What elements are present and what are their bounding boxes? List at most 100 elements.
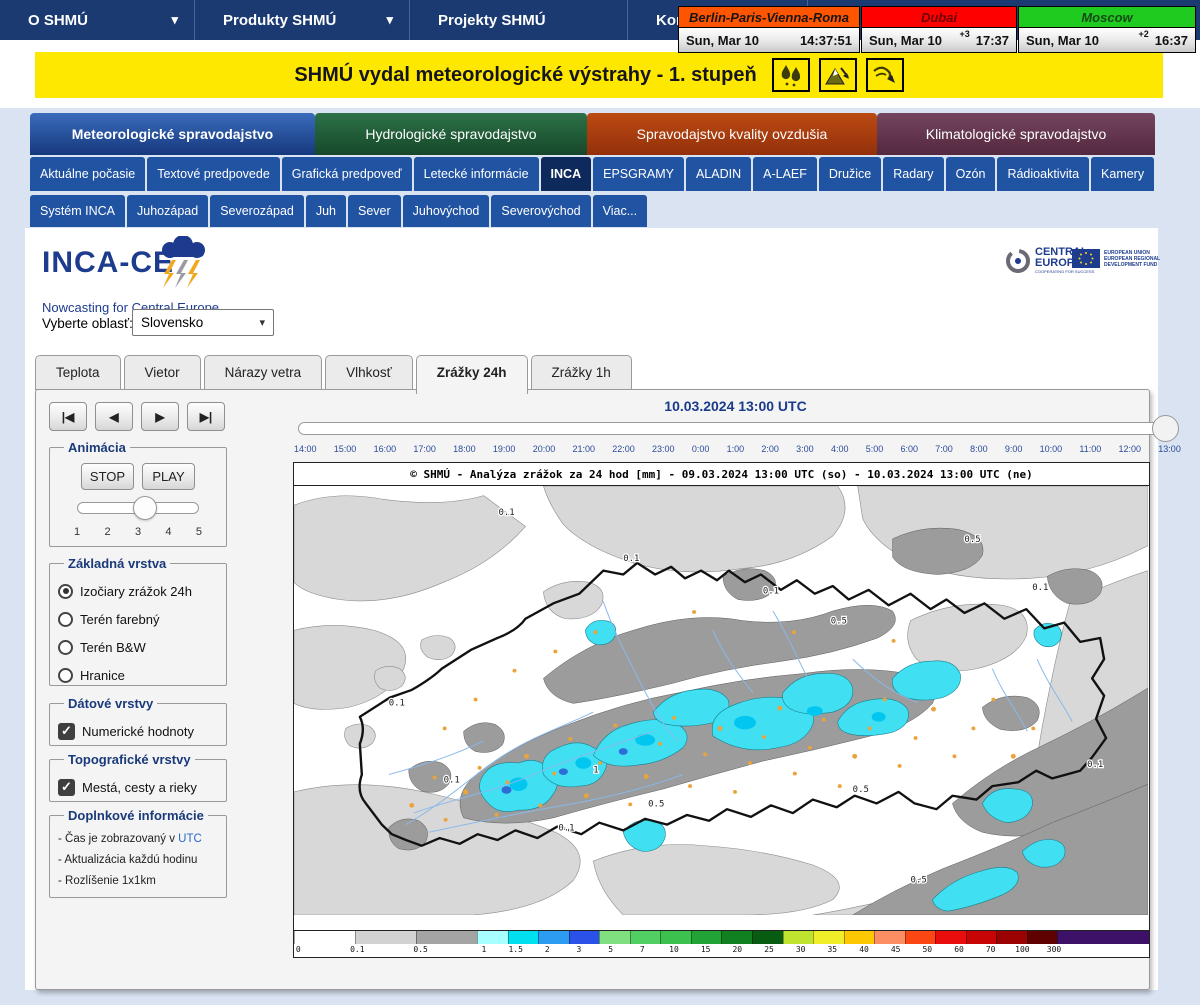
subtab-kamery[interactable]: Kamery xyxy=(1091,157,1154,191)
clock-moscow: Moscow Sun, Mar 10 +216:37 xyxy=(1018,6,1196,53)
svg-text:0.5: 0.5 xyxy=(648,799,664,809)
radio-teren-bw[interactable]: Terén B&W xyxy=(58,633,218,661)
tab-zrazky-24h[interactable]: Zrážky 24h xyxy=(416,355,528,394)
chevron-down-icon: ▾ xyxy=(171,12,178,28)
svg-text:0.1: 0.1 xyxy=(1087,760,1103,770)
tab-spravodajstvo-kvality-ovzdusia[interactable]: Spravodajstvo kvality ovzdušia xyxy=(587,113,877,155)
svg-text:0.1: 0.1 xyxy=(763,587,779,597)
subtab-system-inca[interactable]: Systém INCA xyxy=(30,195,125,227)
warning-text: SHMÚ vydal meteorologické výstrahy - 1. … xyxy=(294,64,756,87)
eu-flag-logo: EUROPEAN UNION EUROPEAN REGIONAL DEVELOP… xyxy=(1072,249,1160,268)
timeline-current-time: 10.03.2024 13:00 UTC xyxy=(293,398,1178,414)
meteo-subtabs-row1: Aktuálne počasie Textové predpovede Graf… xyxy=(30,157,1154,191)
clock-city-label: Berlin-Paris-Vienna-Roma xyxy=(679,7,859,28)
chevron-down-icon: ▾ xyxy=(259,316,265,329)
subtab-aktualne-pocasie[interactable]: Aktuálne počasie xyxy=(30,157,145,191)
play-button[interactable]: PLAY xyxy=(142,463,195,490)
clock-city-label: Moscow xyxy=(1019,7,1195,28)
clock-date: Sun, Mar 10 xyxy=(869,33,942,48)
region-select-label: Vyberte oblasť: xyxy=(42,316,133,331)
radio-teren-farebny[interactable]: Terén farebný xyxy=(58,605,218,633)
tab-teplota[interactable]: Teplota xyxy=(35,355,121,390)
base-layer-fieldset: Základná vrstva Izočiary zrážok 24h Teré… xyxy=(49,556,227,686)
map-viewer-panel: |◀ ◀ ▶ ▶| Animácia STOP PLAY 1 2 3 4 5 Z… xyxy=(35,389,1150,990)
checkbox-icon[interactable]: ✓ xyxy=(58,779,75,796)
rain-warning-icon[interactable] xyxy=(772,58,810,92)
inca-ce-cloud-lightning-icon xyxy=(150,236,218,299)
base-layer-legend: Základná vrstva xyxy=(64,556,170,571)
svg-text:0.5: 0.5 xyxy=(964,535,980,545)
subtab-radioaktivita[interactable]: Rádioaktivita xyxy=(997,157,1089,191)
category-tabs: Meteorologické spravodajstvo Hydrologick… xyxy=(30,113,1155,155)
subtab-aladin[interactable]: ALADIN xyxy=(686,157,751,191)
radio-button-icon[interactable] xyxy=(58,640,73,655)
tab-vietor[interactable]: Vietor xyxy=(124,355,201,390)
subtab-juhozapad[interactable]: Juhozápad xyxy=(127,195,208,227)
timeline-slider-thumb[interactable] xyxy=(1152,415,1179,442)
subtab-a-laef[interactable]: A-LAEF xyxy=(753,157,817,191)
tab-zrazky-1h[interactable]: Zrážky 1h xyxy=(531,355,632,390)
checkbox-numericke-hodnoty[interactable]: ✓ Numerické hodnoty xyxy=(58,717,218,745)
subtab-sever[interactable]: Sever xyxy=(348,195,401,227)
subtab-graficka-predpoved[interactable]: Grafická predpoveď xyxy=(282,157,412,191)
svg-text:0.5: 0.5 xyxy=(831,617,847,627)
radio-button-icon[interactable] xyxy=(58,612,73,627)
radio-button-icon[interactable] xyxy=(58,668,73,683)
subtab-textove-predpovede[interactable]: Textové predpovede xyxy=(147,157,280,191)
subtab-juh[interactable]: Juh xyxy=(306,195,346,227)
radio-izociary-zrazok-24h[interactable]: Izočiary zrážok 24h xyxy=(58,577,218,605)
stop-button[interactable]: STOP xyxy=(81,463,134,490)
svg-text:0.5: 0.5 xyxy=(911,875,927,885)
radio-hranice[interactable]: Hranice xyxy=(58,661,218,689)
topo-layers-fieldset: Topografické vrstvy ✓ Mestá, cesty a rie… xyxy=(49,752,227,802)
utc-link[interactable]: UTC xyxy=(178,833,202,845)
previous-frame-button[interactable]: ◀ xyxy=(95,402,133,431)
svg-text:1: 1 xyxy=(593,766,598,776)
radio-button-icon[interactable] xyxy=(58,584,73,599)
nav-item-o-shmu[interactable]: O SHMÚ ▾ xyxy=(0,0,195,40)
subtab-severovychod[interactable]: Severovýchod xyxy=(491,195,590,227)
next-frame-button[interactable]: ▶ xyxy=(141,402,179,431)
timeline-tick-labels: 14:0015:0016:0017:0018:0019:0020:0021:00… xyxy=(294,444,1181,454)
additional-info-legend: Doplnkové informácie xyxy=(64,808,208,823)
speed-slider-thumb[interactable] xyxy=(133,496,157,520)
subtab-severozapad[interactable]: Severozápad xyxy=(210,195,304,227)
tab-vlhkost[interactable]: Vlhkosť xyxy=(325,355,413,390)
region-select[interactable]: Slovensko ▾ xyxy=(132,309,274,336)
animation-speed-slider[interactable] xyxy=(77,502,199,514)
subtab-letecke-informacie[interactable]: Letecké informácie xyxy=(414,157,539,191)
clock-date: Sun, Mar 10 xyxy=(1026,33,1099,48)
clock-date: Sun, Mar 10 xyxy=(686,33,759,48)
subtab-epsgramy[interactable]: EPSGRAMY xyxy=(593,157,684,191)
subtab-druzice[interactable]: Družice xyxy=(819,157,881,191)
svg-text:0.1: 0.1 xyxy=(558,823,574,833)
timeline-slider[interactable] xyxy=(298,422,1177,435)
world-clocks-widget: Berlin-Paris-Vienna-Roma Sun, Mar 10 14:… xyxy=(678,6,1196,53)
info-line-utc: - Čas je zobrazovaný v UTC xyxy=(58,829,218,850)
nav-item-label: Projekty SHMÚ xyxy=(438,12,546,29)
checkbox-mesta-cesty-rieky[interactable]: ✓ Mestá, cesty a rieky xyxy=(58,773,218,801)
data-layers-fieldset: Dátové vrstvy ✓ Numerické hodnoty xyxy=(49,696,227,746)
subtab-inca[interactable]: INCA xyxy=(541,157,592,191)
subtab-viac[interactable]: Viac... xyxy=(593,195,648,227)
first-frame-button[interactable]: |◀ xyxy=(49,402,87,431)
weather-warning-banner[interactable]: SHMÚ vydal meteorologické výstrahy - 1. … xyxy=(35,52,1163,98)
tab-hydrologicke-spravodajstvo[interactable]: Hydrologické spravodajstvo xyxy=(315,113,587,155)
subtab-radary[interactable]: Radary xyxy=(883,157,943,191)
subtab-juhovychod[interactable]: Juhovýchod xyxy=(403,195,490,227)
speed-scale-labels: 1 2 3 4 5 xyxy=(74,526,202,538)
clock-berlin: Berlin-Paris-Vienna-Roma Sun, Mar 10 14:… xyxy=(678,6,860,53)
last-frame-button[interactable]: ▶| xyxy=(187,402,225,431)
nav-item-projekty-shmu[interactable]: Projekty SHMÚ xyxy=(410,0,628,40)
subtab-ozon[interactable]: Ozón xyxy=(946,157,996,191)
info-line-update: - Aktualizácia každú hodinu xyxy=(58,850,218,871)
tab-klimatologicke-spravodajstvo[interactable]: Klimatologické spravodajstvo xyxy=(877,113,1155,155)
wind-warning-icon[interactable] xyxy=(866,58,904,92)
info-line-resolution: - Rozlíšenie 1x1km xyxy=(58,871,218,892)
tab-meteorologicke-spravodajstvo[interactable]: Meteorologické spravodajstvo xyxy=(30,113,315,155)
nav-item-produkty-shmu[interactable]: Produkty SHMÚ ▾ xyxy=(195,0,410,40)
checkbox-icon[interactable]: ✓ xyxy=(58,723,75,740)
avalanche-warning-icon[interactable] xyxy=(819,58,857,92)
tab-narazy-vetra[interactable]: Nárazy vetra xyxy=(204,355,323,390)
precipitation-map[interactable]: © SHMÚ - Analýza zrážok za 24 hod [mm] -… xyxy=(293,462,1150,958)
